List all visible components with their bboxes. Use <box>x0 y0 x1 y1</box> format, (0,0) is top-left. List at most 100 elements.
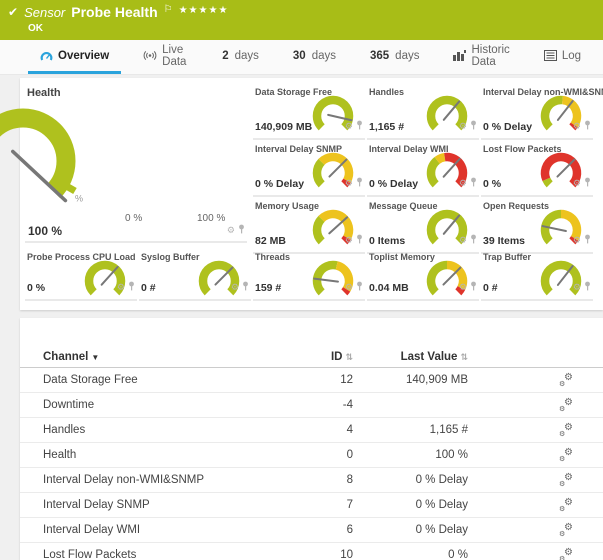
tab-log[interactable]: Log <box>532 40 593 74</box>
channel-settings-icon[interactable]: ⚙⚙ <box>559 474 573 486</box>
sort-desc-icon: ▼ <box>91 353 99 362</box>
gear-icon[interactable]: ⚙ <box>345 179 353 188</box>
gauge-value: 0 % Delay <box>483 121 532 133</box>
channel-last-value: 140,909 MB <box>353 374 468 386</box>
channel-id: 4 <box>293 424 353 436</box>
column-header-id[interactable]: ID⇅ <box>293 351 353 363</box>
pin-icon[interactable] <box>470 174 477 192</box>
channel-id: 12 <box>293 374 353 386</box>
table-row-interval-delay-snmp[interactable]: Interval Delay SNMP70 % Delay⚙⚙ <box>20 493 603 518</box>
gear-icon[interactable]: ⚙ <box>117 283 125 292</box>
gear-icon[interactable]: ⚙ <box>573 283 581 292</box>
pin-icon[interactable] <box>242 278 249 296</box>
gear-icon[interactable]: ⚙ <box>459 236 467 245</box>
tab-2-days[interactable]: 2days <box>210 40 271 74</box>
pin-icon[interactable] <box>584 174 591 192</box>
gear-icon[interactable]: ⚙ <box>459 122 467 131</box>
pin-icon[interactable] <box>584 117 591 135</box>
gauge-unit-marker: % <box>75 194 83 204</box>
health-gauge-tile: Health % 0 % 100 % 100 % ⚙ <box>25 85 247 243</box>
pin-icon <box>470 234 477 244</box>
pin-icon[interactable] <box>356 117 363 135</box>
page-title: Probe Health <box>71 4 157 20</box>
gear-icon[interactable]: ⚙ <box>231 283 239 292</box>
pin-icon[interactable] <box>470 117 477 135</box>
pin-icon[interactable] <box>584 278 591 296</box>
tab-overview[interactable]: Overview <box>28 40 121 74</box>
gear-icon[interactable]: ⚙ <box>459 179 467 188</box>
pin-icon <box>128 281 135 291</box>
gauge-tile-probe-process-cpu-load: Probe Process CPU Load0 %⚙ <box>25 250 137 301</box>
pin-icon[interactable] <box>470 231 477 249</box>
pin-icon <box>470 177 477 187</box>
column-header-channel[interactable]: Channel▼ <box>43 351 293 363</box>
gauge-tile-trap-buffer: Trap Buffer0 #⚙ <box>481 250 593 301</box>
status-badge: OK <box>28 23 43 34</box>
channel-settings-icon[interactable]: ⚙⚙ <box>559 449 573 461</box>
chart-icon <box>453 50 466 61</box>
channel-name: Interval Delay non-WMI&SNMP <box>43 474 293 486</box>
table-row-health[interactable]: Health0100 %⚙⚙ <box>20 443 603 468</box>
sensor-type-label: Sensor <box>24 5 65 20</box>
gear-icon[interactable]: ⚙ <box>459 283 467 292</box>
log-icon <box>544 50 557 61</box>
pin-icon[interactable] <box>356 278 363 296</box>
tab-number: 2 <box>222 50 228 62</box>
tab-historic-data[interactable]: Historic Data <box>441 40 521 74</box>
table-row-downtime[interactable]: Downtime-4⚙⚙ <box>20 393 603 418</box>
gauge-tile-data-storage-free: Data Storage Free140,909 MB⚙ <box>253 85 365 140</box>
gear-icon[interactable]: ⚙ <box>573 236 581 245</box>
table-header: Channel▼ID⇅Last Value⇅ <box>20 346 603 368</box>
tile-icons: ⚙ <box>573 278 591 296</box>
channel-settings-icon[interactable]: ⚙⚙ <box>559 499 573 511</box>
gear-icon[interactable]: ⚙ <box>573 122 581 131</box>
channel-name: Interval Delay SNMP <box>43 499 293 511</box>
flag-icon[interactable]: ⚐ <box>164 4 173 15</box>
gear-icon[interactable]: ⚙ <box>345 122 353 131</box>
priority-stars[interactable]: ★★★★★ <box>179 5 229 16</box>
tile-icons: ⚙ <box>573 117 591 135</box>
pin-icon[interactable] <box>470 278 477 296</box>
tile-icons: ⚙ <box>459 174 477 192</box>
tile-icons: ⚙ <box>345 231 363 249</box>
tab-30-days[interactable]: 30days <box>281 40 348 74</box>
gear-icon[interactable]: ⚙ <box>345 283 353 292</box>
column-header-last-value[interactable]: Last Value⇅ <box>353 351 468 363</box>
tile-icons: ⚙ <box>345 117 363 135</box>
gauge-value: 82 MB <box>255 235 286 247</box>
gear-icon[interactable]: ⚙ <box>227 226 235 235</box>
tab-label: Log <box>562 50 581 62</box>
channel-settings-icon[interactable]: ⚙⚙ <box>559 524 573 536</box>
broadcast-icon <box>143 50 157 61</box>
tile-icons: ⚙ <box>459 117 477 135</box>
tile-icons: ⚙ <box>117 278 135 296</box>
table-row-interval-delay-wmi[interactable]: Interval Delay WMI60 % Delay⚙⚙ <box>20 518 603 543</box>
pin-icon[interactable] <box>356 231 363 249</box>
tab-live-data[interactable]: Live Data <box>131 40 200 74</box>
gauge-value: 0 Items <box>369 235 405 247</box>
gear-icon[interactable]: ⚙ <box>573 179 581 188</box>
pin-icon[interactable] <box>238 221 245 239</box>
gear-icon[interactable]: ⚙ <box>345 236 353 245</box>
table-row-data-storage-free[interactable]: Data Storage Free12140,909 MB⚙⚙ <box>20 368 603 393</box>
gauge-tile-lost-flow-packets: Lost Flow Packets0 %⚙ <box>481 142 593 197</box>
pin-icon[interactable] <box>584 231 591 249</box>
table-row-handles[interactable]: Handles41,165 #⚙⚙ <box>20 418 603 443</box>
channel-last-value: 0 % <box>353 549 468 560</box>
gauge-title: Syslog Buffer <box>141 252 200 262</box>
pin-icon[interactable] <box>128 278 135 296</box>
channel-settings-icon[interactable]: ⚙⚙ <box>559 549 573 560</box>
channel-settings-icon[interactable]: ⚙⚙ <box>559 399 573 411</box>
channel-settings-icon[interactable]: ⚙⚙ <box>559 374 573 386</box>
pin-icon <box>356 177 363 187</box>
table-row-lost-flow-packets[interactable]: Lost Flow Packets100 %⚙⚙ <box>20 543 603 560</box>
channel-settings-icon[interactable]: ⚙⚙ <box>559 424 573 436</box>
column-label: ID <box>331 351 343 363</box>
pin-icon[interactable] <box>356 174 363 192</box>
gauge-icon <box>40 50 53 62</box>
column-label: Channel <box>43 351 88 363</box>
tile-icons: ⚙ <box>231 278 249 296</box>
table-row-interval-delay-non-wmi-snmp[interactable]: Interval Delay non-WMI&SNMP80 % Delay⚙⚙ <box>20 468 603 493</box>
tab-label: days <box>395 50 419 62</box>
tab-365-days[interactable]: 365days <box>358 40 431 74</box>
